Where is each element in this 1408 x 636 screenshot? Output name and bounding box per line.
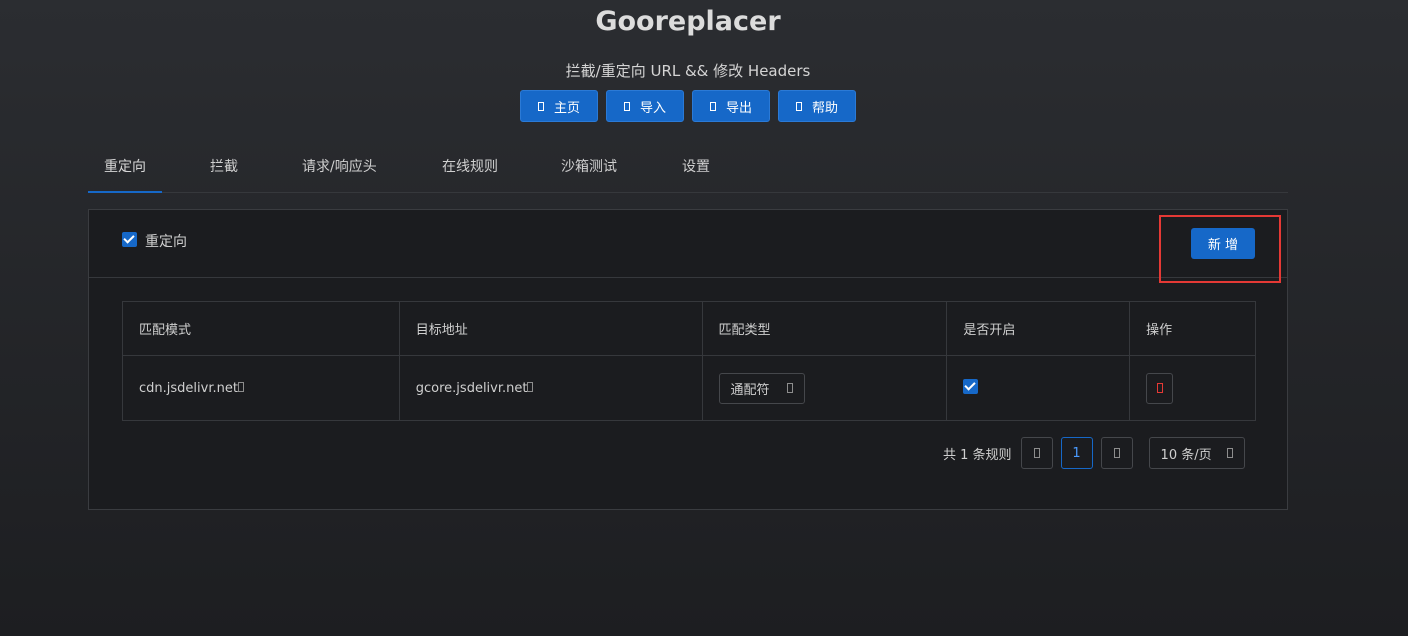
- home-button-label: 主页: [553, 100, 580, 116]
- delete-icon: [1156, 383, 1163, 393]
- table-row: cdn.jsdelivr.net gcore.jsdelivr.net 通配符: [122, 355, 1256, 421]
- next-page-button[interactable]: [1100, 437, 1133, 469]
- export-button-label: 导出: [725, 100, 752, 116]
- edit-icon[interactable]: [237, 381, 244, 392]
- actions-cell: [1129, 355, 1256, 421]
- target-text[interactable]: gcore.jsdelivr.net: [416, 381, 528, 396]
- col-header-actions: 操作: [1129, 301, 1256, 356]
- redirect-panel: 重定向 新 增 匹配模式 目标地址 匹配类型 是否开启 操作 cdn.jsdel…: [88, 209, 1288, 510]
- rule-enabled-checkbox[interactable]: [963, 378, 979, 394]
- redirect-enable-checkbox[interactable]: [122, 232, 137, 247]
- import-icon: [623, 101, 630, 111]
- export-button[interactable]: 导出: [692, 90, 770, 122]
- help-icon: [795, 101, 802, 111]
- pattern-text[interactable]: cdn.jsdelivr.net: [139, 381, 238, 396]
- tab-sandbox[interactable]: 沙箱测试: [561, 156, 617, 176]
- edit-icon[interactable]: [527, 381, 534, 392]
- tab-bar: 重定向 拦截 请求/响应头 在线规则 沙箱测试 设置: [88, 140, 1288, 193]
- pagination: 共 1 条规则 1 10 条/页: [943, 437, 1245, 469]
- pagination-total: 共 1 条规则: [943, 447, 1012, 463]
- export-icon: [709, 101, 716, 111]
- app-subtitle: 拦截/重定向 URL && 修改 Headers: [565, 62, 811, 80]
- import-button-label: 导入: [639, 100, 666, 116]
- enabled-cell: [946, 355, 1131, 421]
- panel-header: 重定向 新 增: [89, 210, 1287, 283]
- active-tab-indicator: [88, 191, 162, 193]
- tab-online-rules[interactable]: 在线规则: [442, 156, 498, 176]
- delete-button[interactable]: [1146, 372, 1174, 404]
- tab-block[interactable]: 拦截: [210, 156, 238, 176]
- help-button[interactable]: 帮助: [778, 90, 856, 122]
- table-header-row: 匹配模式 目标地址 匹配类型 是否开启 操作: [122, 301, 1256, 356]
- target-cell[interactable]: gcore.jsdelivr.net: [398, 355, 703, 421]
- import-button[interactable]: 导入: [606, 90, 684, 122]
- tab-headers[interactable]: 请求/响应头: [302, 156, 377, 176]
- match-type-select[interactable]: 通配符: [718, 372, 805, 404]
- col-header-match-type: 匹配类型: [701, 301, 948, 356]
- match-type-cell: 通配符: [701, 355, 948, 421]
- match-type-value: 通配符: [730, 382, 770, 398]
- pattern-cell[interactable]: cdn.jsdelivr.net: [122, 355, 400, 421]
- chevron-down-icon: [1226, 448, 1233, 458]
- col-header-pattern: 匹配模式: [122, 301, 400, 356]
- page-size-value: 10 条/页: [1160, 447, 1212, 463]
- app-title: Gooreplacer: [595, 6, 781, 37]
- help-button-label: 帮助: [811, 100, 838, 116]
- col-header-enabled: 是否开启: [946, 301, 1131, 356]
- chevron-right-icon: [1113, 448, 1120, 458]
- chevron-left-icon: [1033, 448, 1040, 458]
- top-button-bar: 主页 导入 导出 帮助: [520, 90, 856, 122]
- redirect-enable-label: 重定向: [145, 234, 187, 250]
- tab-settings[interactable]: 设置: [682, 156, 710, 176]
- add-rule-button[interactable]: 新 增: [1191, 228, 1255, 259]
- page-size-select[interactable]: 10 条/页: [1148, 437, 1245, 469]
- home-button[interactable]: 主页: [520, 90, 598, 122]
- chevron-down-icon: [786, 383, 793, 393]
- home-icon: [537, 101, 544, 111]
- prev-page-button[interactable]: [1020, 437, 1053, 469]
- rules-table: 匹配模式 目标地址 匹配类型 是否开启 操作 cdn.jsdelivr.net …: [122, 301, 1256, 421]
- col-header-target: 目标地址: [398, 301, 703, 356]
- page-1-button[interactable]: 1: [1060, 437, 1093, 469]
- tab-redirect[interactable]: 重定向: [104, 156, 146, 176]
